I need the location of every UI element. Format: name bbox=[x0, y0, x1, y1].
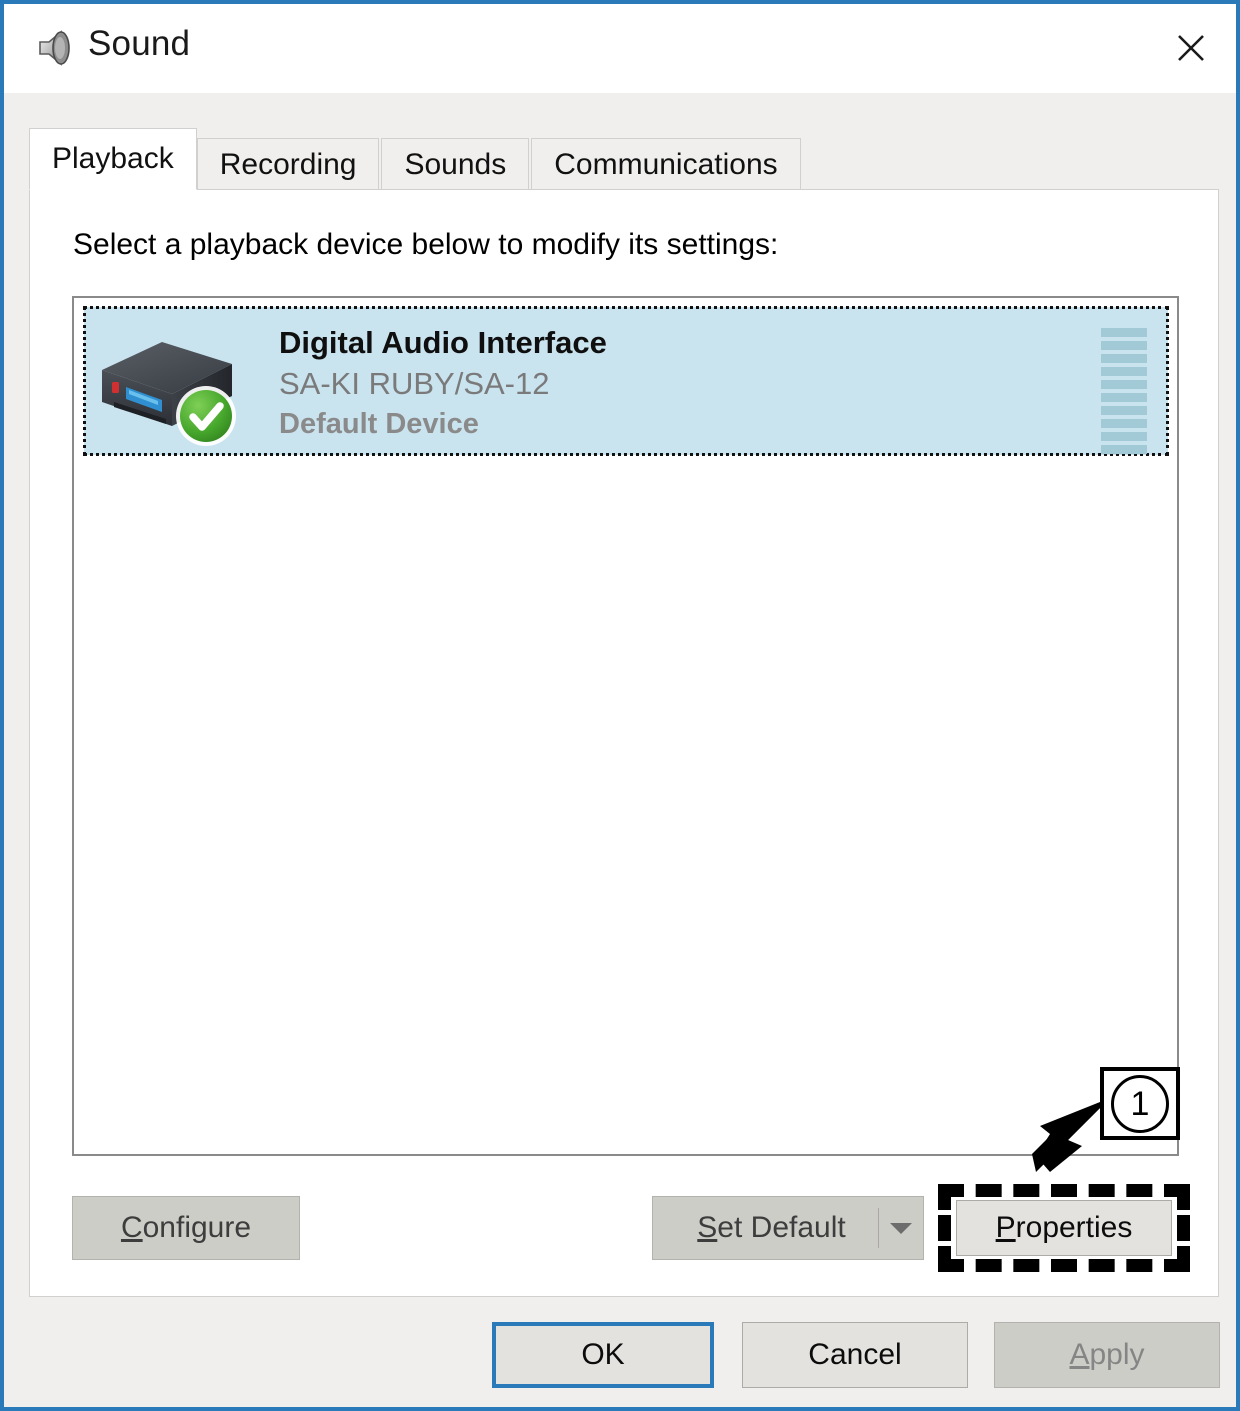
apply-label: Apply bbox=[1069, 1338, 1145, 1371]
tab-playback[interactable]: Playback bbox=[29, 128, 197, 190]
properties-label: Properties bbox=[995, 1211, 1133, 1244]
tab-communications-label: Communications bbox=[554, 147, 778, 181]
tab-sounds-label: Sounds bbox=[404, 147, 507, 181]
callout-number: 1 bbox=[1111, 1074, 1169, 1133]
window-title: Sound bbox=[88, 24, 191, 63]
meter-bar bbox=[1101, 406, 1147, 415]
meter-bar bbox=[1101, 432, 1147, 441]
cancel-label: Cancel bbox=[808, 1338, 902, 1371]
title-bar: Sound bbox=[4, 4, 1236, 93]
set-default-label: Set Default bbox=[697, 1211, 846, 1244]
meter-bar bbox=[1101, 393, 1147, 402]
cancel-button[interactable]: Cancel bbox=[742, 1322, 968, 1388]
list-item[interactable]: Digital Audio Interface SA-KI RUBY/SA-12… bbox=[83, 306, 1169, 456]
dialog-footer: OK Cancel Apply bbox=[4, 1322, 1236, 1392]
close-icon[interactable] bbox=[1146, 4, 1236, 90]
meter-bar bbox=[1101, 380, 1147, 389]
meter-bar bbox=[1101, 328, 1147, 337]
meter-bar bbox=[1101, 445, 1147, 454]
playback-device-list[interactable]: Digital Audio Interface SA-KI RUBY/SA-12… bbox=[72, 296, 1179, 1156]
ok-label: OK bbox=[581, 1338, 625, 1371]
meter-bar bbox=[1101, 354, 1147, 363]
playback-tab-panel: Select a playback device below to modify… bbox=[29, 189, 1219, 1297]
tab-communications[interactable]: Communications bbox=[531, 138, 801, 190]
device-text-block: Digital Audio Interface SA-KI RUBY/SA-12… bbox=[279, 323, 607, 444]
tab-strip: Playback Recording Sounds Communications bbox=[29, 128, 803, 190]
configure-label: Configure bbox=[120, 1211, 252, 1244]
digital-audio-interface-icon bbox=[96, 334, 244, 446]
ok-button[interactable]: OK bbox=[492, 1322, 714, 1388]
meter-bar bbox=[1101, 367, 1147, 376]
apply-button: Apply bbox=[994, 1322, 1220, 1388]
device-model: SA-KI RUBY/SA-12 bbox=[279, 366, 550, 401]
device-name: Digital Audio Interface bbox=[279, 325, 607, 360]
chevron-down-icon bbox=[879, 1220, 923, 1236]
tab-playback-label: Playback bbox=[52, 142, 174, 175]
meter-bar bbox=[1101, 341, 1147, 350]
meter-bar bbox=[1101, 419, 1147, 428]
volume-meter bbox=[1101, 328, 1147, 454]
tab-recording-label: Recording bbox=[219, 147, 357, 181]
tab-recording[interactable]: Recording bbox=[196, 138, 380, 190]
tab-sounds[interactable]: Sounds bbox=[381, 138, 530, 190]
set-default-button: Set Default bbox=[652, 1196, 924, 1260]
sound-dialog-window: Sound Playback Recording Sounds Communic… bbox=[0, 0, 1240, 1411]
status-badge: Default Device bbox=[279, 408, 479, 440]
annotation-callout-1: 1 bbox=[1100, 1067, 1180, 1140]
instruction-label: Select a playback device below to modify… bbox=[73, 228, 779, 261]
speaker-icon bbox=[34, 26, 78, 70]
configure-button: Configure bbox=[72, 1196, 300, 1260]
properties-button[interactable]: Properties bbox=[956, 1200, 1172, 1256]
